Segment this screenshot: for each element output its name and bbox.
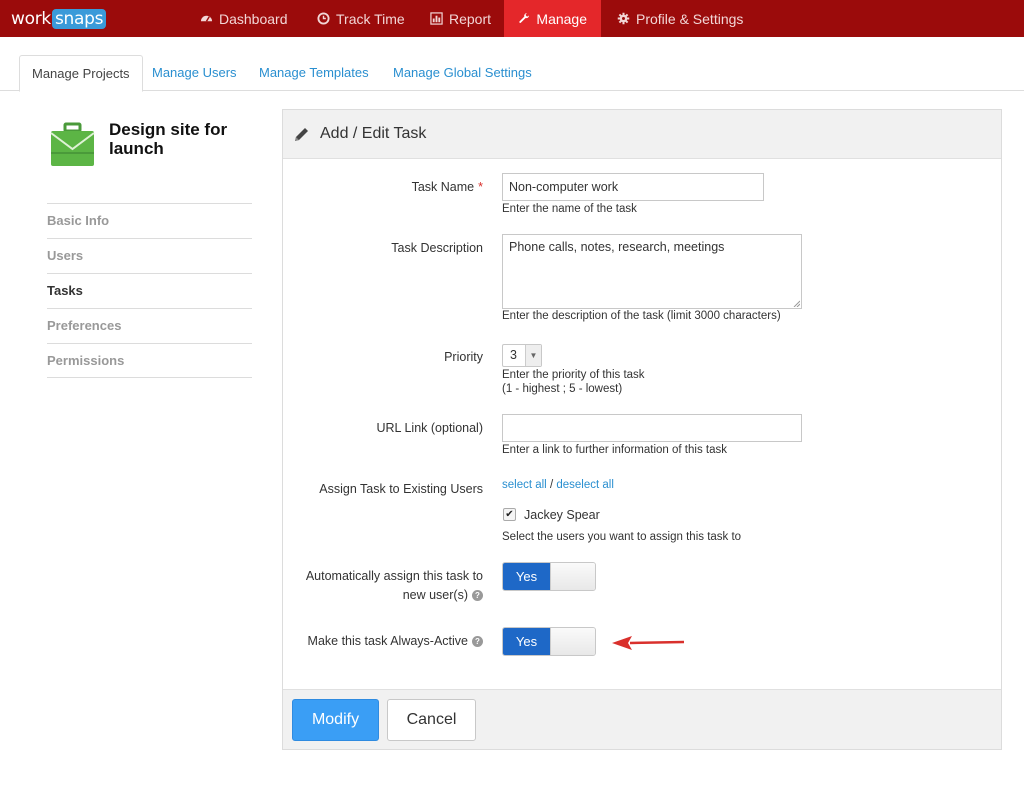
sidebar-item-basic-info[interactable]: Basic Info — [47, 203, 252, 238]
url-link-input[interactable] — [502, 414, 802, 442]
assign-users-label: Assign Task to Existing Users — [319, 482, 483, 496]
priority-label: Priority — [444, 350, 483, 364]
toggle-handle — [550, 628, 595, 655]
chevron-down-icon: ▼ — [525, 345, 541, 366]
annotation-arrow-icon — [612, 636, 685, 650]
user-checkbox-jackey-spear[interactable]: ✔ — [503, 508, 516, 521]
assign-users-help: Select the users you want to assign this… — [502, 531, 742, 543]
url-link-help: Enter a link to further information of t… — [502, 444, 727, 456]
briefcase-icon — [50, 122, 95, 166]
logo-snaps: snaps — [51, 8, 107, 29]
always-active-label: Make this task Always-Active? — [308, 632, 483, 651]
url-link-label: URL Link (optional) — [376, 421, 483, 435]
sidebar-menu: Basic Info Users Tasks Preferences Permi… — [47, 203, 252, 378]
select-separator: / — [549, 479, 554, 491]
wrench-icon — [519, 13, 530, 23]
task-name-input[interactable]: Non-computer work — [502, 173, 764, 201]
worksnaps-logo[interactable]: work snaps — [11, 6, 107, 31]
dashboard-icon — [200, 15, 213, 22]
task-description-textarea[interactable]: Phone calls, notes, research, meetings — [502, 234, 802, 309]
help-icon[interactable]: ? — [472, 590, 483, 601]
auto-assign-label-line2-wrap: new user(s)? — [306, 586, 483, 605]
user-name-jackey-spear: Jackey Spear — [524, 508, 600, 522]
panel-title: Add / Edit Task — [320, 125, 427, 142]
panel-header: Add / Edit Task — [283, 110, 1001, 159]
tab-manage-templates[interactable]: Manage Templates — [247, 55, 381, 91]
priority-help-2: (1 - highest ; 5 - lowest) — [502, 383, 623, 395]
project-header: Design site for launch — [47, 110, 252, 203]
task-description-help: Enter the description of the task (limit… — [502, 310, 781, 322]
help-icon[interactable]: ? — [472, 636, 483, 647]
panel-footer: Modify Cancel — [283, 689, 1001, 749]
nav-profile-settings-label: Profile & Settings — [636, 10, 744, 27]
sidebar-item-tasks[interactable]: Tasks — [47, 273, 252, 308]
nav-profile-settings[interactable]: Profile & Settings — [603, 0, 757, 37]
project-title: Design site for launch — [109, 120, 228, 158]
clock-icon — [317, 12, 330, 25]
task-description-value: Phone calls, notes, research, meetings — [509, 240, 725, 254]
resize-handle-icon[interactable] — [793, 300, 800, 307]
nav-dashboard-label: Dashboard — [219, 10, 288, 27]
nav-report[interactable]: Report — [416, 0, 505, 37]
modify-button[interactable]: Modify — [292, 699, 379, 741]
toggle-handle — [550, 563, 595, 590]
task-name-help: Enter the name of the task — [502, 203, 637, 215]
task-description-label: Task Description — [391, 241, 483, 255]
priority-select[interactable]: 3 ▼ — [502, 344, 542, 367]
manage-tabs: Manage Projects Manage Users Manage Temp… — [0, 55, 1024, 92]
task-name-label-text: Task Name — [411, 180, 475, 194]
auto-assign-label-line2: new user(s) — [402, 588, 468, 602]
gear-icon — [617, 12, 630, 25]
sidebar-item-preferences[interactable]: Preferences — [47, 308, 252, 343]
task-name-label: Task Name * — [412, 178, 483, 197]
nav-manage-label: Manage — [536, 10, 587, 27]
toggle-yes: Yes — [503, 563, 550, 590]
deselect-all-link[interactable]: deselect all — [556, 479, 614, 491]
nav-dashboard[interactable]: Dashboard — [186, 0, 302, 37]
priority-value: 3 — [510, 348, 517, 362]
nav-track-time-label: Track Time — [336, 10, 405, 27]
nav-manage[interactable]: Manage — [504, 0, 601, 37]
sidebar-item-permissions[interactable]: Permissions — [47, 343, 252, 378]
cancel-button[interactable]: Cancel — [387, 699, 476, 741]
tab-manage-users[interactable]: Manage Users — [140, 55, 249, 91]
edit-task-panel: Add / Edit Task Task Name * Non-computer … — [282, 109, 1002, 750]
select-all-link[interactable]: select all — [502, 479, 547, 491]
tab-manage-projects[interactable]: Manage Projects — [19, 55, 143, 92]
pencil-icon — [295, 128, 308, 141]
required-mark: * — [478, 180, 483, 194]
bar-chart-icon — [430, 12, 443, 25]
auto-assign-label: Automatically assign this task to new us… — [306, 567, 483, 605]
toggle-yes: Yes — [503, 628, 550, 655]
logo-work: work — [11, 8, 51, 29]
top-navbar: work snaps Dashboard Track Time Report Ma… — [0, 0, 1024, 37]
tab-manage-global-settings[interactable]: Manage Global Settings — [381, 55, 544, 91]
auto-assign-label-line1: Automatically assign this task to — [305, 569, 483, 583]
nav-track-time[interactable]: Track Time — [303, 0, 419, 37]
always-active-label-text: Make this task Always-Active — [307, 634, 468, 648]
auto-assign-toggle[interactable]: Yes — [502, 562, 596, 591]
nav-report-label: Report — [449, 10, 492, 27]
always-active-toggle[interactable]: Yes — [502, 627, 596, 656]
sidebar-item-users[interactable]: Users — [47, 238, 252, 273]
select-links: select all / deselect all — [502, 478, 614, 492]
priority-help-1: Enter the priority of this task — [502, 369, 645, 381]
